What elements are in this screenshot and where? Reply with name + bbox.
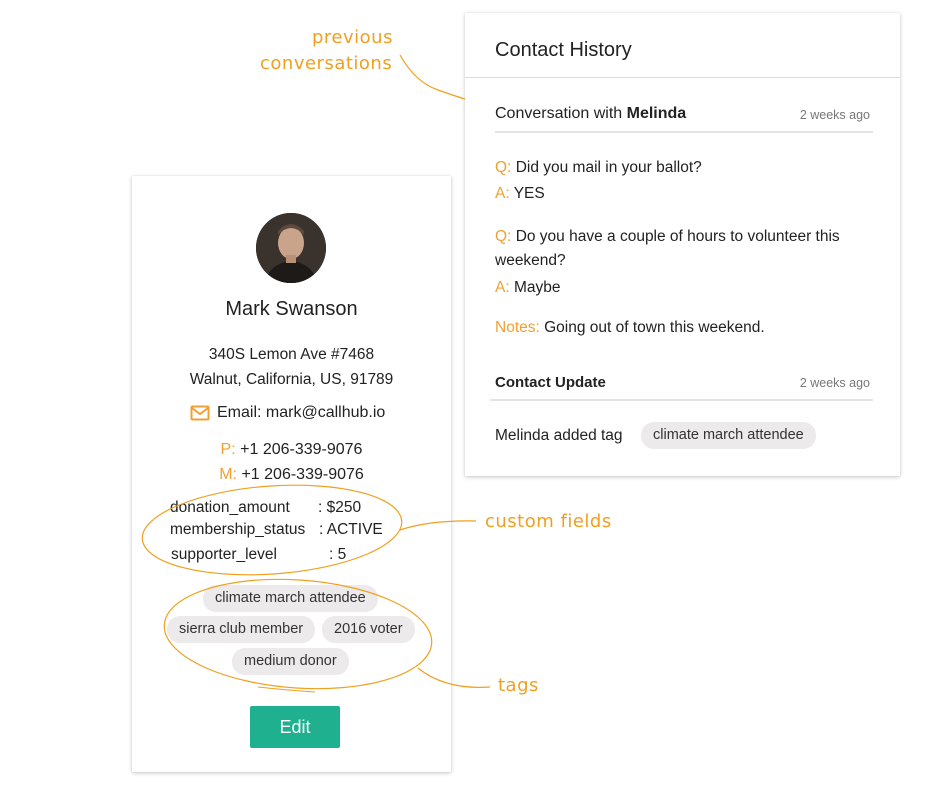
question-text: Do you have a couple of hours to volunte… xyxy=(495,228,840,269)
tag-chip[interactable]: sierra club member xyxy=(167,616,316,643)
address-line-2: Walnut, California, US, 91789 xyxy=(189,371,394,388)
answer-text: Maybe xyxy=(513,279,561,296)
avatar xyxy=(256,213,326,283)
custom-field-key: supporter_level xyxy=(171,546,277,563)
tag-chip[interactable]: medium donor xyxy=(232,648,349,675)
contact-name: Mark Swanson xyxy=(225,298,358,320)
mobile-prefix: M: xyxy=(219,466,237,483)
avatar-photo-icon xyxy=(256,213,326,283)
tag-chip[interactable]: climate march attendee xyxy=(203,585,378,612)
annotation-tags: tags xyxy=(498,675,539,696)
conversation-prefix: Conversation with xyxy=(495,105,627,122)
annotation-previous: previous xyxy=(312,27,393,48)
notes-row: Notes: Going out of town this weekend. xyxy=(495,316,870,340)
a-label: A: xyxy=(495,185,510,202)
notes-label: Notes: xyxy=(495,319,540,336)
address-line-1: 340S Lemon Ave #7468 xyxy=(208,346,375,363)
tag-chip[interactable]: climate march attendee xyxy=(641,422,816,449)
email-row: Email: mark@callhub.io xyxy=(190,404,385,422)
custom-field-value: : 5 xyxy=(329,546,347,563)
contact-update-text: Melinda added tag xyxy=(495,427,623,444)
previous-conversations-pointer xyxy=(399,54,466,100)
conversation-person: Melinda xyxy=(626,105,687,122)
email-text[interactable]: Email: mark@callhub.io xyxy=(217,404,385,422)
q-label: Q: xyxy=(495,228,512,245)
question-1: Q: Did you mail in your ballot? xyxy=(495,156,870,180)
mobile-number[interactable]: +1 206-339-9076 xyxy=(241,466,363,483)
annotation-conversations: conversations xyxy=(260,53,393,74)
notes-text: Going out of town this weekend. xyxy=(544,319,765,336)
phone-prefix: P: xyxy=(220,441,236,458)
answer-2: A: Maybe xyxy=(495,276,870,300)
conversation-divider xyxy=(495,131,873,133)
contact-update-divider xyxy=(490,399,873,401)
contact-history-card: Contact History Conversation with Melind… xyxy=(465,13,900,476)
contact-update-time: 2 weeks ago xyxy=(799,376,870,390)
edit-button[interactable]: Edit xyxy=(250,706,340,748)
custom-field-value: : ACTIVE xyxy=(319,521,383,538)
a-label: A: xyxy=(495,279,510,296)
conversation-time: 2 weeks ago xyxy=(799,108,870,122)
question-text: Did you mail in your ballot? xyxy=(515,159,702,176)
envelope-icon xyxy=(190,405,210,421)
custom-field-value: : $250 xyxy=(318,499,362,516)
conversation-heading[interactable]: Conversation with Melinda xyxy=(495,105,686,123)
phone-number[interactable]: +1 206-339-9076 xyxy=(240,441,362,458)
history-divider xyxy=(465,77,900,78)
contact-update-heading: Contact Update xyxy=(495,374,606,391)
annotation-custom-fields: custom fields xyxy=(485,511,612,532)
question-2: Q: Do you have a couple of hours to volu… xyxy=(495,225,870,273)
custom-field-row: donation_amount : $250 xyxy=(170,499,361,517)
answer-1: A: YES xyxy=(495,182,870,206)
history-title: Contact History xyxy=(495,39,632,61)
tag-chip[interactable]: 2016 voter xyxy=(322,616,415,643)
contact-card: Mark Swanson 340S Lemon Ave #7468 Walnut… xyxy=(132,176,451,772)
q-label: Q: xyxy=(495,159,512,176)
custom-field-key: membership_status xyxy=(170,521,306,538)
custom-field-row: supporter_level : 5 xyxy=(171,546,346,564)
phone-row: P: +1 206-339-9076 xyxy=(132,441,451,459)
answer-text: YES xyxy=(513,185,545,202)
mobile-row: M: +1 206-339-9076 xyxy=(132,466,451,484)
custom-field-key: donation_amount xyxy=(170,499,290,516)
custom-field-row: membership_status : ACTIVE xyxy=(170,521,383,539)
